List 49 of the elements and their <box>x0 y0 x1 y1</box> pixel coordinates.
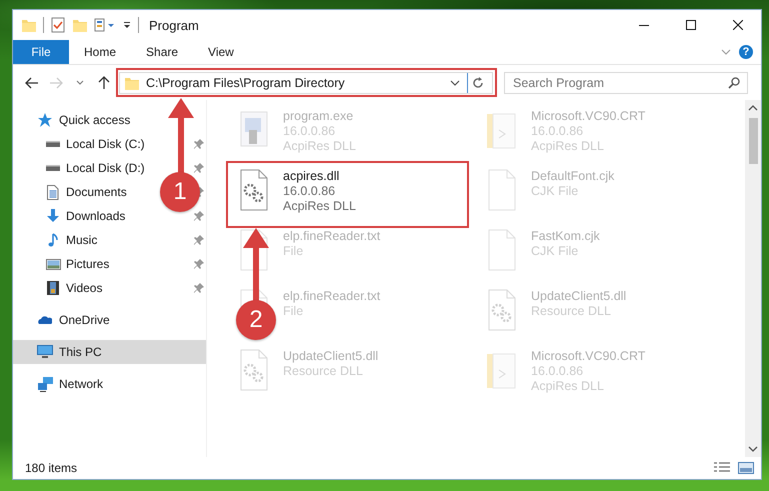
picture-icon <box>46 258 60 270</box>
help-icon[interactable]: ? <box>739 45 753 59</box>
nav-item[interactable]: Downloads <box>45 209 126 223</box>
item-count: 180 items <box>25 461 78 475</box>
nav-item[interactable]: Pictures <box>45 257 110 271</box>
star-icon <box>37 112 53 128</box>
ribbon-tab[interactable]: Home <box>69 40 132 64</box>
back-arrow-icon <box>25 77 39 89</box>
close-icon <box>732 20 742 30</box>
file-item[interactable]: acpires.dll 16.0.0.86 AcpiRes DLL <box>283 168 356 220</box>
folder-icon <box>124 75 140 91</box>
properties-icon[interactable] <box>94 17 116 33</box>
search-field[interactable]: Search Program <box>504 72 748 94</box>
drive-icon <box>46 165 60 171</box>
file-menu-button[interactable]: File <box>13 40 69 64</box>
monitor-icon <box>37 345 53 359</box>
download-icon <box>46 209 60 223</box>
nav-item[interactable]: OneDrive <box>37 313 110 327</box>
address-bar[interactable]: C:\Program Files\Program Directory <box>119 72 493 94</box>
nav-item[interactable]: Local Disk (C:) <box>45 137 145 151</box>
cloud-icon <box>38 316 52 324</box>
chevron-icon <box>76 80 84 86</box>
ribbon-tab[interactable]: Share <box>131 40 194 64</box>
dropdown-icon[interactable] <box>450 80 460 86</box>
search-icon[interactable] <box>728 77 740 89</box>
nav-item[interactable]: Music <box>45 233 98 247</box>
up-arrow-icon <box>98 76 110 90</box>
scroll-thumb[interactable] <box>748 118 758 164</box>
nav-item[interactable]: Quick access <box>37 112 130 128</box>
nav-item[interactable]: Network <box>37 376 104 392</box>
drive-icon <box>46 141 60 147</box>
nav-item[interactable]: Documents <box>45 184 127 200</box>
nav-item[interactable]: Videos <box>45 281 102 295</box>
nav-item[interactable]: This PC <box>37 345 102 359</box>
address-path: C:\Program Files\Program Directory <box>146 76 346 90</box>
music-note-icon <box>48 233 58 247</box>
film-icon <box>47 281 59 295</box>
checklist-icon[interactable] <box>50 17 66 33</box>
forward-arrow-icon <box>49 77 63 89</box>
chevron-icon[interactable] <box>721 48 731 56</box>
scrollbar[interactable] <box>745 100 761 457</box>
document-icon <box>47 184 59 200</box>
window-title: Program <box>149 18 199 32</box>
maximize-icon <box>686 20 696 30</box>
nav-item[interactable]: Local Disk (D:) <box>45 161 145 175</box>
large-icons-view-icon[interactable] <box>737 461 755 475</box>
refresh-icon <box>472 77 484 89</box>
ribbon-tab[interactable]: View <box>193 40 249 64</box>
network-icon <box>38 376 52 392</box>
